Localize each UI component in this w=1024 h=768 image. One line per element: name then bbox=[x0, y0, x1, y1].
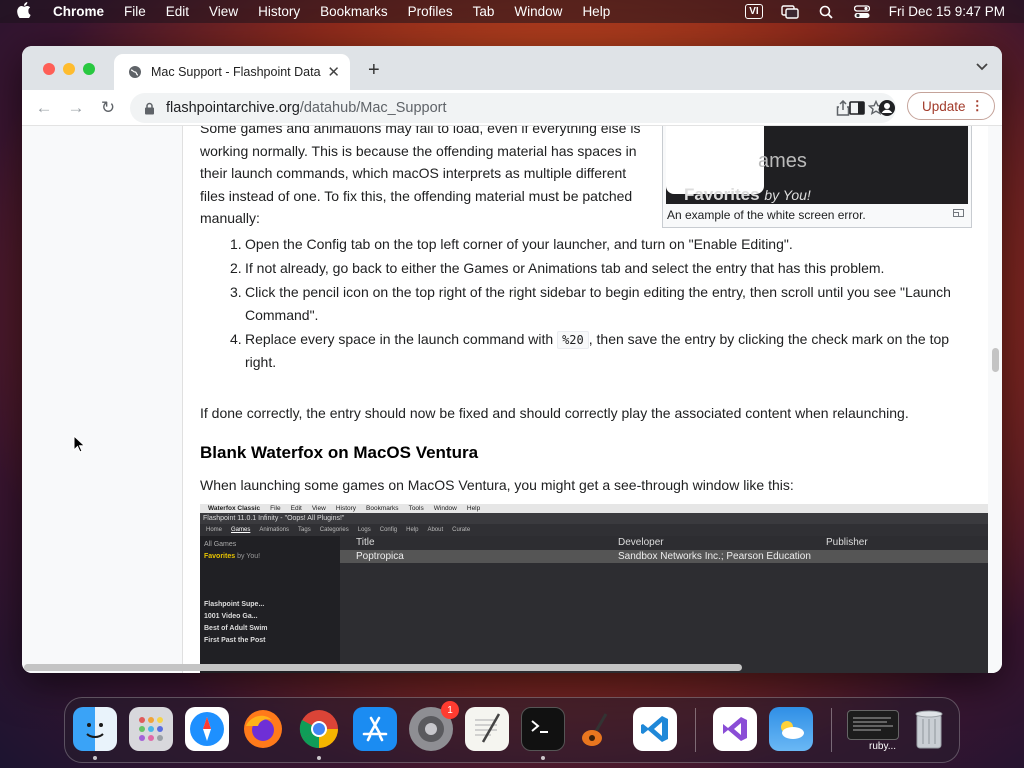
back-arrow-icon[interactable]: ← bbox=[34, 98, 54, 118]
menu-view[interactable]: View bbox=[209, 4, 238, 19]
reload-icon[interactable]: ↻ bbox=[98, 98, 118, 118]
side-panel-icon[interactable] bbox=[848, 99, 866, 117]
dock: 1 ruby... bbox=[64, 697, 960, 763]
menu-file[interactable]: File bbox=[124, 4, 146, 19]
vscode-icon[interactable] bbox=[633, 707, 677, 751]
lock-icon[interactable] bbox=[144, 102, 155, 115]
app-store-icon[interactable] bbox=[353, 707, 397, 751]
waterfox-screenshot[interactable]: Waterfox Classic File Edit View History Bo… bbox=[200, 504, 988, 673]
waterfox-paragraph: When launching some games on MacOS Ventu… bbox=[200, 477, 794, 493]
menu-window[interactable]: Window bbox=[514, 4, 562, 19]
list-item: 2. If not already, go back to either the … bbox=[230, 260, 885, 276]
list-item: 4. Replace every space in the launch comm… bbox=[230, 330, 950, 370]
menu-bar-clock[interactable]: Fri Dec 15 9:47 PM bbox=[889, 4, 1005, 19]
section-heading: Blank Waterfox on MacOS Ventura bbox=[200, 443, 479, 462]
apple-menu-icon[interactable] bbox=[17, 1, 35, 22]
control-center-icon[interactable] bbox=[853, 4, 871, 19]
launchpad-icon[interactable] bbox=[129, 707, 173, 751]
tab-close-icon[interactable]: ✕ bbox=[327, 63, 340, 81]
browser-toolbar: ← → ↻ flashpointarchive.org/datahub/Mac_… bbox=[22, 90, 1002, 126]
url-path: /datahub/Mac_Support bbox=[299, 100, 447, 116]
result-paragraph: If done correctly, the entry should now … bbox=[200, 405, 909, 421]
weather-icon[interactable] bbox=[769, 707, 813, 751]
tab-title: Mac Support - Flashpoint Data bbox=[151, 65, 321, 79]
menu-bar: Chrome File Edit View History Bookmarks … bbox=[0, 0, 1024, 23]
chrome-window: Mac Support - Flashpoint Data ✕ + ← → ↻ … bbox=[22, 46, 1002, 673]
url-host: flashpointarchive.org bbox=[166, 100, 300, 116]
more-menu-icon[interactable]: ⋮ bbox=[971, 98, 985, 114]
ruby-window-label: ruby... bbox=[869, 741, 897, 752]
tab-strip: Mac Support - Flashpoint Data ✕ + bbox=[22, 46, 1002, 90]
vertical-scrollbar[interactable] bbox=[992, 348, 999, 372]
fullscreen-window-button[interactable] bbox=[83, 63, 95, 75]
system-settings-icon[interactable]: 1 bbox=[409, 701, 459, 751]
close-window-button[interactable] bbox=[43, 63, 55, 75]
update-label: Update bbox=[922, 98, 966, 114]
new-tab-plus-icon[interactable]: + bbox=[368, 59, 380, 82]
ruby-window-thumbnail[interactable] bbox=[847, 710, 899, 740]
spotlight-search-icon[interactable] bbox=[817, 5, 835, 19]
menu-history[interactable]: History bbox=[258, 4, 300, 19]
code-snippet: %20 bbox=[557, 330, 589, 349]
profile-avatar-icon[interactable] bbox=[878, 99, 896, 117]
garageband-icon[interactable] bbox=[577, 707, 621, 751]
terminal-icon[interactable] bbox=[521, 707, 565, 751]
article-content: Some games and animations may fail to lo… bbox=[182, 126, 988, 673]
menu-bookmarks[interactable]: Bookmarks bbox=[320, 4, 388, 19]
mouse-pointer-icon bbox=[73, 435, 85, 453]
fix-steps-list: 1. Open the Config tab on the top left co… bbox=[200, 233, 970, 375]
list-item: 1. Open the Config tab on the top left co… bbox=[230, 236, 793, 252]
menu-edit[interactable]: Edit bbox=[166, 4, 189, 19]
notification-badge: 1 bbox=[441, 701, 459, 719]
menu-help[interactable]: Help bbox=[582, 4, 610, 19]
safari-icon[interactable] bbox=[185, 707, 229, 751]
horizontal-scrollbar[interactable] bbox=[24, 664, 742, 671]
figure-white-screen: ames Favorites by You! An example of the… bbox=[662, 126, 972, 228]
enlarge-icon[interactable] bbox=[953, 209, 964, 217]
minimize-window-button[interactable] bbox=[63, 63, 75, 75]
address-bar[interactable]: flashpointarchive.org/datahub/Mac_Suppor… bbox=[130, 93, 896, 123]
menu-app-name[interactable]: Chrome bbox=[53, 4, 104, 19]
tab-search-chevron-icon[interactable] bbox=[976, 60, 988, 74]
active-tab[interactable]: Mac Support - Flashpoint Data ✕ bbox=[114, 54, 350, 90]
globe-icon bbox=[129, 66, 141, 78]
textedit-icon[interactable] bbox=[465, 707, 509, 751]
trash-icon[interactable] bbox=[907, 707, 951, 751]
firefox-icon[interactable] bbox=[241, 707, 285, 751]
visual-studio-icon[interactable] bbox=[713, 707, 757, 751]
input-source-indicator[interactable]: VI bbox=[745, 4, 763, 19]
list-item: 3. Click the pencil icon on the top right… bbox=[230, 284, 951, 323]
update-button[interactable]: Update ⋮ bbox=[907, 92, 995, 120]
window-controls bbox=[43, 63, 95, 75]
menu-tab[interactable]: Tab bbox=[473, 4, 495, 19]
intro-paragraph: Some games and animations may fail to lo… bbox=[200, 126, 641, 226]
page-viewport: Some games and animations may fail to lo… bbox=[22, 126, 1002, 673]
finder-icon[interactable] bbox=[73, 707, 117, 751]
chrome-icon[interactable] bbox=[297, 707, 341, 751]
forward-arrow-icon[interactable]: → bbox=[66, 98, 86, 118]
menu-profiles[interactable]: Profiles bbox=[408, 4, 453, 19]
figure-caption: An example of the white screen error. bbox=[667, 208, 866, 222]
screen-mirroring-icon[interactable] bbox=[781, 4, 799, 19]
figure-image[interactable]: ames Favorites by You! bbox=[666, 126, 968, 204]
